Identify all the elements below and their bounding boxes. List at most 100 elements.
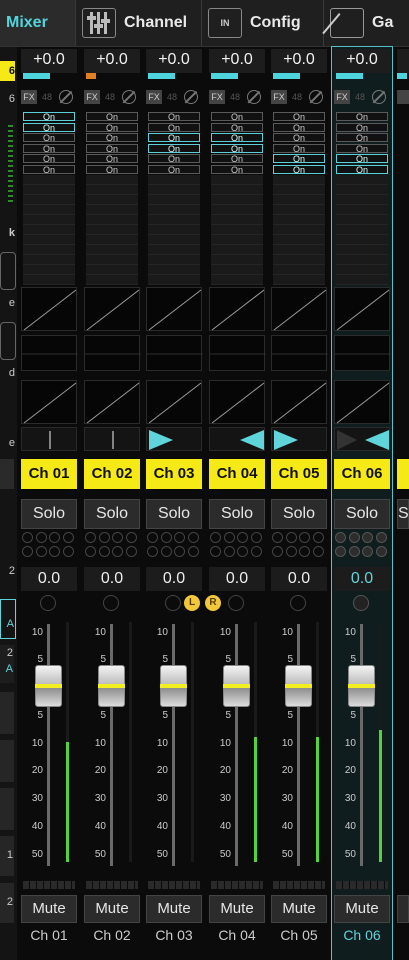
tab-mixer[interactable]: Mixer xyxy=(0,0,76,46)
gate-curve-display[interactable] xyxy=(209,287,265,331)
group-dot-icon[interactable] xyxy=(22,532,33,543)
left-strip-button[interactable] xyxy=(0,692,14,734)
eq-curve-display[interactable] xyxy=(146,380,202,424)
group-dot-icon[interactable] xyxy=(160,546,172,557)
left-strip-button[interactable]: 2 xyxy=(0,883,14,923)
pan-control[interactable] xyxy=(271,427,327,451)
bus-on-toggle[interactable]: On xyxy=(148,143,200,153)
bus-on-toggle[interactable]: On xyxy=(336,164,388,174)
left-strip-button[interactable] xyxy=(0,322,16,360)
bus-on-toggle[interactable]: On xyxy=(273,133,325,143)
bus-on-toggle[interactable]: On xyxy=(23,122,75,132)
left-strip-button[interactable] xyxy=(0,740,14,782)
bus-on-toggle[interactable]: On xyxy=(23,164,75,174)
bus-on-toggle[interactable]: On xyxy=(86,154,138,164)
group-dot-icon[interactable] xyxy=(147,546,158,557)
bus-on-toggle[interactable]: On xyxy=(211,133,263,143)
fader-knob[interactable] xyxy=(348,665,375,707)
bus-on-toggle[interactable]: On xyxy=(273,154,325,164)
group-dot-icon[interactable] xyxy=(237,546,248,557)
group-dot-icon[interactable] xyxy=(187,546,199,557)
fader-value-display[interactable]: 0.0 xyxy=(21,567,77,591)
group-dot-icon[interactable] xyxy=(285,546,297,557)
link-right-badge[interactable]: R xyxy=(205,595,221,611)
fx-button[interactable]: FX xyxy=(271,90,287,104)
bus-on-toggle[interactable]: On xyxy=(86,122,138,132)
bus-on-toggle[interactable]: On xyxy=(336,122,388,132)
bus-on-toggle[interactable]: On xyxy=(211,143,263,153)
fader-value-display[interactable]: 0.0 xyxy=(84,567,140,591)
fader-knob[interactable] xyxy=(160,665,187,707)
phase-invert-icon[interactable] xyxy=(122,90,136,104)
record-arm-button[interactable] xyxy=(228,595,244,611)
mute-button[interactable]: Mute xyxy=(271,895,327,923)
group-dot-icon[interactable] xyxy=(98,532,110,543)
group-dot-icon[interactable] xyxy=(98,546,110,557)
group-dot-icon[interactable] xyxy=(362,532,373,543)
partial-fx-button[interactable] xyxy=(397,90,409,104)
record-arm-button[interactable] xyxy=(353,595,369,611)
phantom-48v-button[interactable]: 48 xyxy=(352,90,368,104)
pan-control[interactable] xyxy=(21,427,77,451)
phase-invert-icon[interactable] xyxy=(372,90,386,104)
eq-curve-display[interactable] xyxy=(84,380,140,424)
fader-value-display[interactable]: 0.0 xyxy=(146,567,202,591)
group-dot-icon[interactable] xyxy=(223,532,235,543)
dynamics-display[interactable] xyxy=(334,335,391,371)
bus-on-toggle[interactable]: On xyxy=(148,112,200,122)
bus-on-toggle[interactable]: On xyxy=(86,133,138,143)
group-dot-icon[interactable] xyxy=(335,546,346,557)
fx-button[interactable]: FX xyxy=(209,90,225,104)
group-dot-icon[interactable] xyxy=(348,546,360,557)
group-dot-icon[interactable] xyxy=(312,546,324,557)
group-dot-icon[interactable] xyxy=(210,532,221,543)
fader-value-display[interactable]: 0.0 xyxy=(271,567,327,591)
fx-button[interactable]: FX xyxy=(84,90,100,104)
phantom-48v-button[interactable]: 48 xyxy=(164,90,180,104)
channel-name-label[interactable]: Ch 03 xyxy=(146,459,202,489)
bus-on-toggle[interactable]: On xyxy=(148,122,200,132)
phase-invert-icon[interactable] xyxy=(309,90,323,104)
pan-control[interactable] xyxy=(209,427,265,451)
partial-channel-name[interactable] xyxy=(397,459,409,489)
phantom-48v-button[interactable]: 48 xyxy=(39,90,55,104)
bus-on-toggle[interactable]: On xyxy=(148,133,200,143)
bus-on-toggle[interactable]: On xyxy=(273,164,325,174)
fx-button[interactable]: FX xyxy=(146,90,162,104)
record-arm-button[interactable] xyxy=(103,595,119,611)
mute-button[interactable]: Mute xyxy=(21,895,77,923)
group-dot-icon[interactable] xyxy=(250,546,262,557)
group-dot-icon[interactable] xyxy=(285,532,297,543)
group-dot-icon[interactable] xyxy=(299,546,310,557)
mute-button[interactable]: Mute xyxy=(334,895,390,923)
group-dot-icon[interactable] xyxy=(85,546,96,557)
partial-mute-button[interactable] xyxy=(397,895,409,923)
channel-name-label[interactable]: Ch 06 xyxy=(334,459,390,489)
bus-on-toggle[interactable]: On xyxy=(336,143,388,153)
bus-on-toggle[interactable]: On xyxy=(211,164,263,174)
bus-on-toggle[interactable]: On xyxy=(336,112,388,122)
gate-curve-display[interactable] xyxy=(334,287,390,331)
bus-on-toggle[interactable]: On xyxy=(336,154,388,164)
bus-on-toggle[interactable]: On xyxy=(273,112,325,122)
record-arm-button[interactable] xyxy=(165,595,181,611)
group-dot-icon[interactable] xyxy=(299,532,310,543)
dynamics-display[interactable] xyxy=(271,335,328,371)
group-dot-icon[interactable] xyxy=(160,532,172,543)
group-dot-icon[interactable] xyxy=(62,532,74,543)
gain-db-display[interactable]: +0.0 xyxy=(209,49,265,73)
fader-value-display[interactable]: 0.0 xyxy=(334,567,390,591)
group-dot-icon[interactable] xyxy=(35,532,47,543)
record-arm-button[interactable] xyxy=(290,595,306,611)
fader-value-display[interactable]: 0.0 xyxy=(209,567,265,591)
partial-solo-button[interactable]: S xyxy=(397,499,409,529)
fx-button[interactable]: FX xyxy=(334,90,350,104)
dynamics-display[interactable] xyxy=(21,335,78,371)
phantom-48v-button[interactable]: 48 xyxy=(227,90,243,104)
bus-on-toggle[interactable]: On xyxy=(336,133,388,143)
mute-button[interactable]: Mute xyxy=(146,895,202,923)
channel-name-label[interactable]: Ch 05 xyxy=(271,459,327,489)
bus-on-toggle[interactable]: On xyxy=(23,133,75,143)
left-strip-button-selected[interactable]: A xyxy=(0,599,16,639)
group-dot-icon[interactable] xyxy=(112,546,123,557)
